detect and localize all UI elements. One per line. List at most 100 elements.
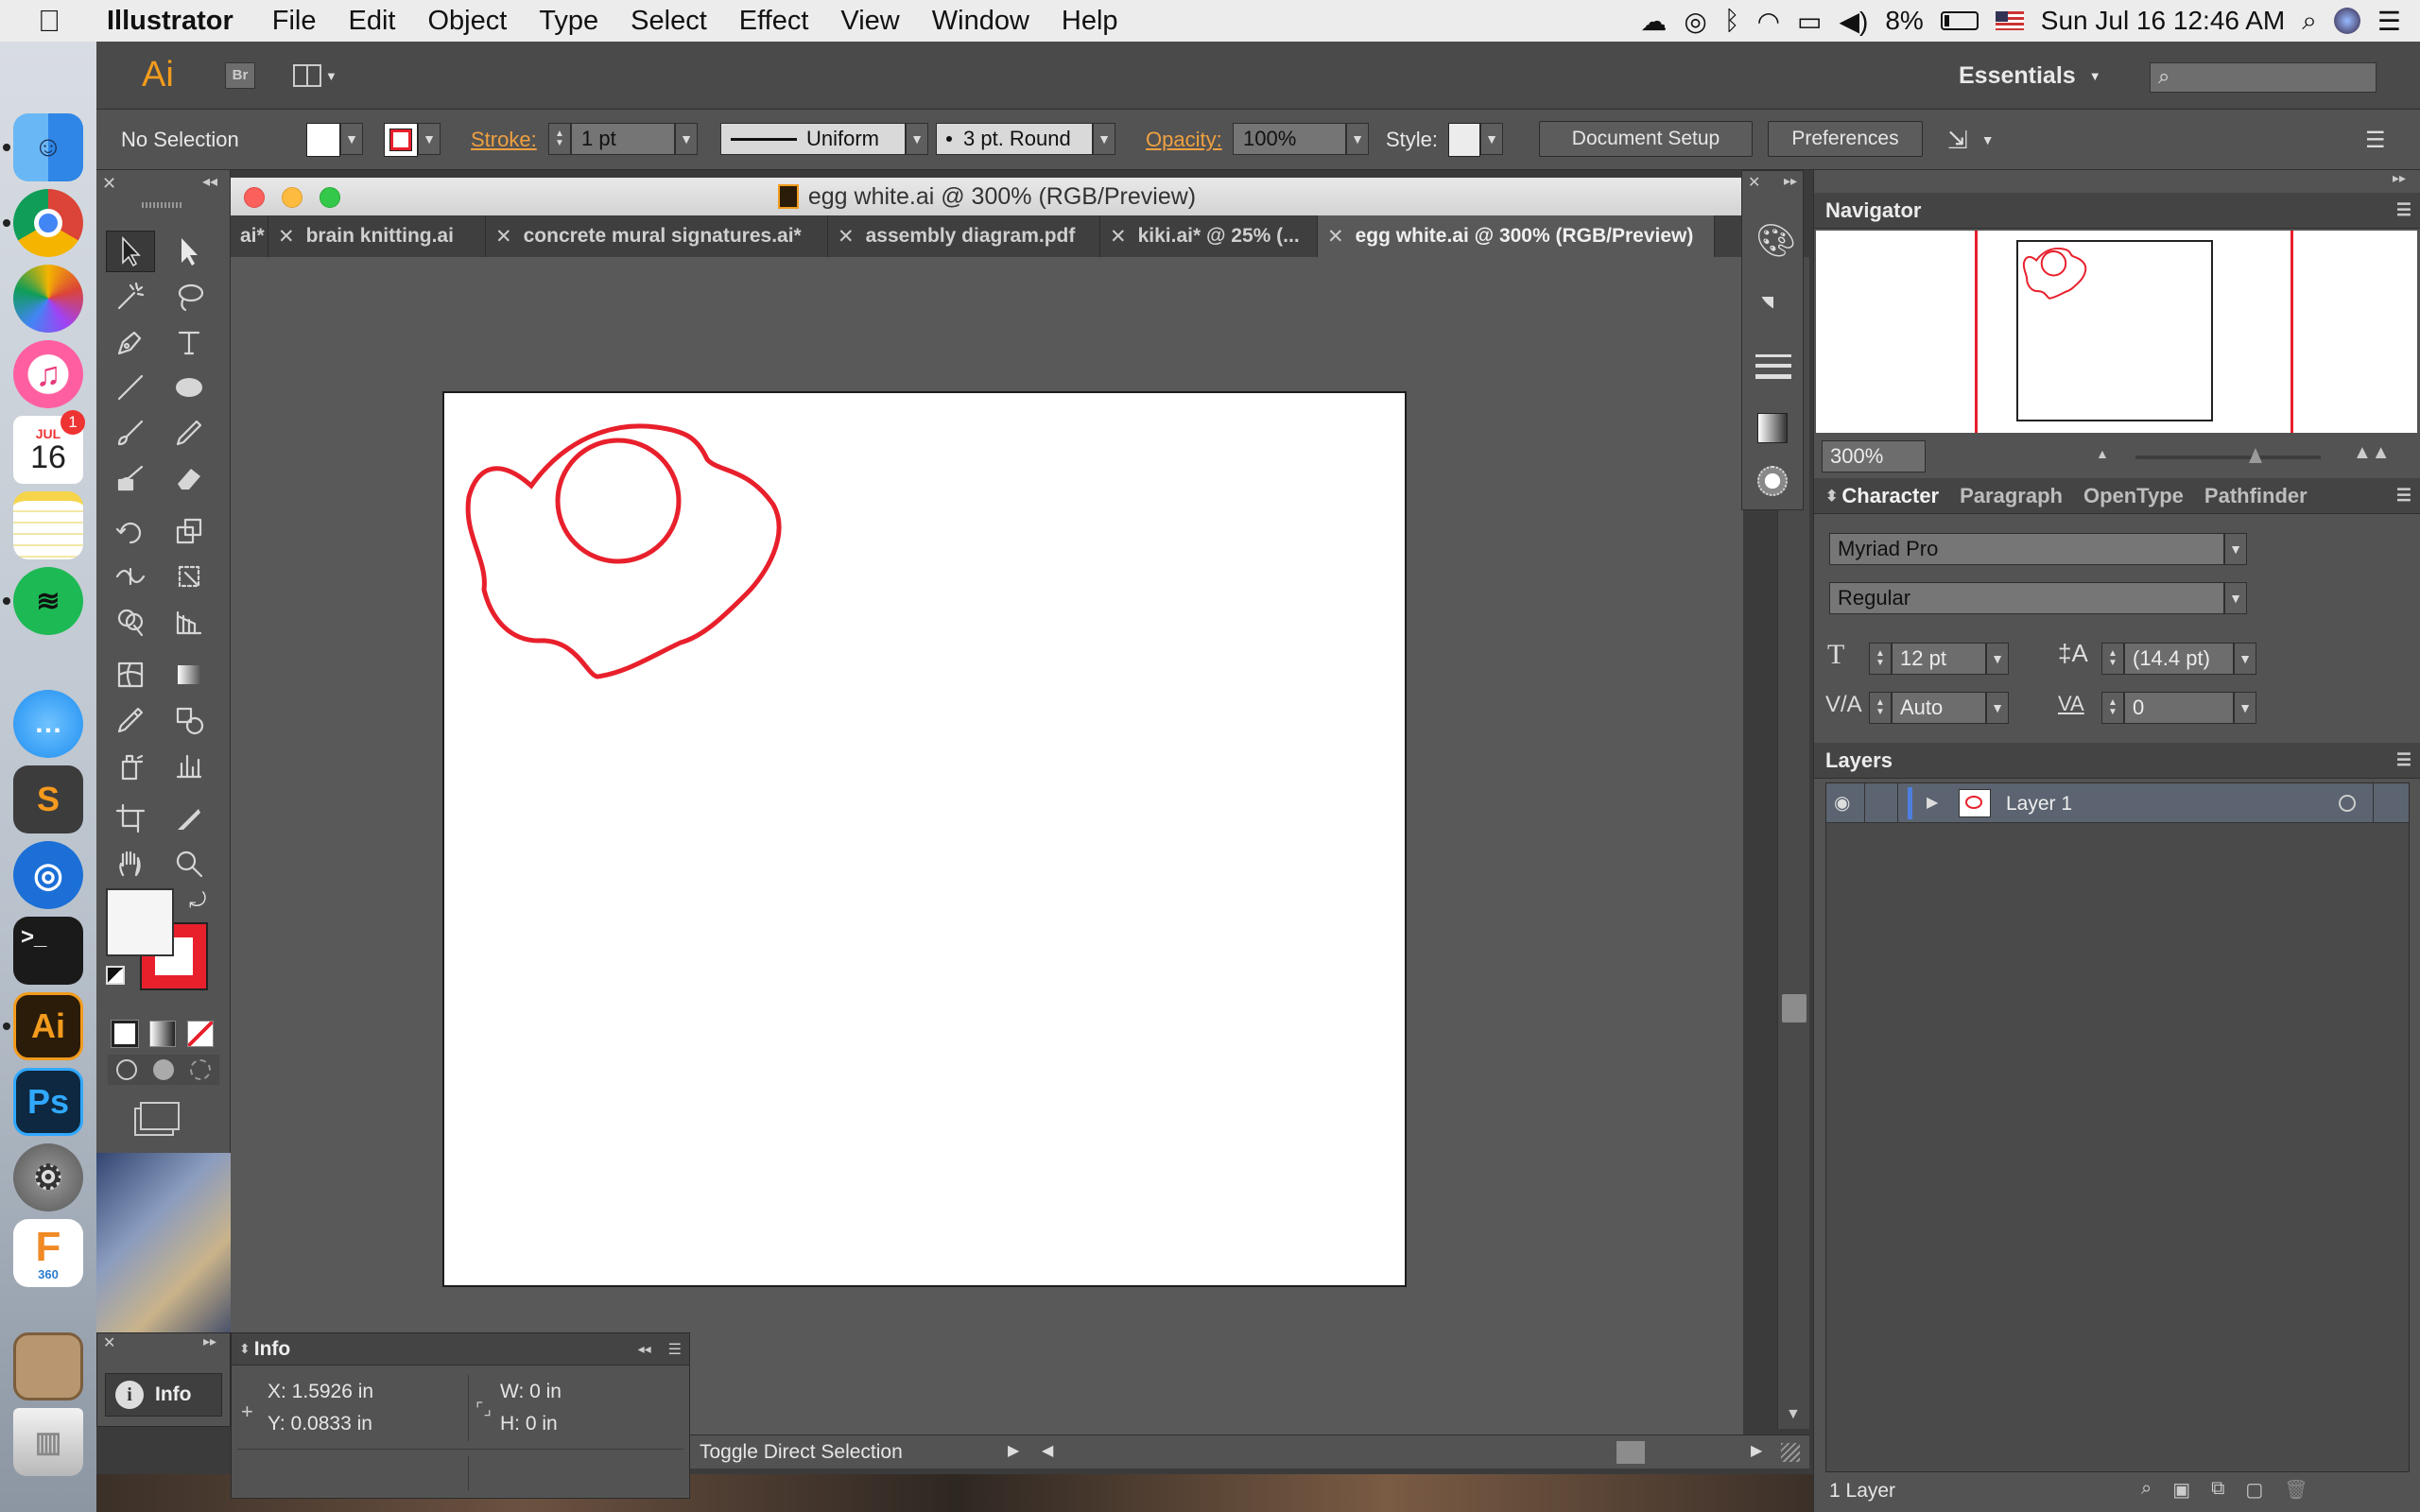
font-size-field[interactable]: 12 pt xyxy=(1892,643,1986,675)
tab-assembly-diagram[interactable]: ✕ assembly diagram.pdf xyxy=(828,215,1100,257)
menu-object[interactable]: Object xyxy=(411,6,523,37)
siri-icon[interactable] xyxy=(2333,8,2360,34)
mesh-tool[interactable] xyxy=(106,654,155,696)
leading-stepper[interactable]: ▲ ▼ xyxy=(2101,643,2124,675)
symbol-sprayer-tool[interactable] xyxy=(106,745,155,786)
hand-tool[interactable] xyxy=(106,843,155,885)
target-circle-icon[interactable] xyxy=(2339,795,2356,812)
panel-menu-icon[interactable]: ☰ xyxy=(2396,200,2411,220)
new-layer-icon[interactable]: ▢ xyxy=(2245,1478,2263,1502)
layer-row[interactable]: ◉ ▶ Layer 1 xyxy=(1826,783,2409,823)
lock-toggle[interactable] xyxy=(1864,783,1898,823)
messages-icon[interactable]: … xyxy=(13,690,83,758)
delete-layer-icon[interactable]: 🗑︎ xyxy=(2284,1478,2308,1502)
none-mode-button[interactable] xyxy=(187,1021,214,1047)
swap-fill-stroke-icon[interactable]: ⤾ xyxy=(189,888,206,913)
tab-pathfinder[interactable]: Pathfinder xyxy=(2204,484,2308,508)
font-size-stepper[interactable]: ▲ ▼ xyxy=(1869,643,1892,675)
lasso-tool[interactable] xyxy=(164,276,214,318)
draw-normal-icon[interactable] xyxy=(115,1059,137,1080)
close-window-button[interactable] xyxy=(244,187,265,208)
fill-swatch[interactable] xyxy=(306,123,340,157)
menu-file[interactable]: File xyxy=(256,6,333,37)
spotlight-search-icon[interactable]: ⌕ xyxy=(2302,6,2317,37)
navigator-zoom-field[interactable]: 300% xyxy=(1822,440,1926,472)
notes-icon[interactable] xyxy=(13,491,83,559)
tab-paragraph[interactable]: Paragraph xyxy=(1960,484,2063,508)
stroke-panel-icon[interactable] xyxy=(1755,354,1791,383)
direct-selection-tool[interactable] xyxy=(164,231,214,272)
gradient-panel-icon[interactable] xyxy=(1757,413,1788,443)
chrome-icon[interactable] xyxy=(13,189,83,257)
panel-menu-icon[interactable]: ☰ xyxy=(2396,486,2411,506)
collapse-panels-icon[interactable]: ▸▸ xyxy=(2393,170,2406,186)
horizontal-scroll-thumb[interactable] xyxy=(1616,1441,1645,1464)
eyedropper-tool[interactable] xyxy=(106,699,155,741)
new-sublayer-icon[interactable]: ⧉ xyxy=(2211,1478,2224,1502)
illustrator-dock-icon[interactable]: Ai xyxy=(13,992,83,1060)
creative-cloud-icon[interactable]: ☁ xyxy=(1640,6,1667,37)
book-icon[interactable] xyxy=(13,1332,83,1400)
tracking-stepper[interactable]: ▲ ▼ xyxy=(2101,692,2124,724)
tab-egg-white[interactable]: ✕ egg white.ai @ 300% (RGB/Preview) xyxy=(1318,215,1715,257)
type-tool[interactable] xyxy=(164,321,214,363)
close-tab-icon[interactable]: ✕ xyxy=(495,225,512,249)
collapse-panel-icon[interactable]: ◂◂ xyxy=(638,1341,651,1357)
profile-dropdown[interactable]: ▼ xyxy=(906,123,928,155)
menu-effect[interactable]: Effect xyxy=(723,6,825,37)
eraser-tool[interactable] xyxy=(164,457,214,499)
paintbrush-tool[interactable] xyxy=(106,412,155,454)
spotify-icon[interactable]: ≋ xyxy=(13,567,83,635)
stroke-dropdown[interactable]: ▼ xyxy=(418,123,441,155)
magic-wand-tool[interactable] xyxy=(106,276,155,318)
pen-tool[interactable] xyxy=(106,321,155,363)
scroll-down-arrow-icon[interactable]: ▼ xyxy=(1786,1406,1801,1423)
document-setup-button[interactable]: Document Setup xyxy=(1539,121,1753,157)
draw-behind-icon[interactable] xyxy=(152,1059,174,1080)
sync-icon[interactable]: ◎ xyxy=(1684,6,1706,37)
close-tab-icon[interactable]: ✕ xyxy=(1110,225,1127,249)
egg-yolk-path[interactable] xyxy=(555,438,682,564)
artboard[interactable] xyxy=(442,391,1407,1287)
collapse-arrows-icon[interactable]: ⬍ xyxy=(1825,487,1838,506)
default-fill-stroke-icon[interactable] xyxy=(106,966,125,985)
close-panel-icon[interactable]: ✕ xyxy=(103,1333,115,1352)
close-panel-icon[interactable]: ✕ xyxy=(102,174,116,194)
current-tool-status[interactable]: Toggle Direct Selection xyxy=(700,1441,903,1464)
zoom-in-icon[interactable]: ▲▲ xyxy=(2353,442,2391,464)
font-size-dropdown[interactable]: ▼ xyxy=(1986,643,2009,675)
tab-character[interactable]: Character xyxy=(1841,484,1939,508)
color-guide-icon[interactable]: 🎨︎ xyxy=(1755,222,1796,260)
visibility-eye-icon[interactable]: ◉ xyxy=(1834,791,1850,815)
close-tab-icon[interactable]: ✕ xyxy=(838,225,855,249)
menu-app-name[interactable]: Illustrator xyxy=(77,6,256,37)
tab-opentype[interactable]: OpenType xyxy=(2083,484,2184,508)
slice-tool[interactable] xyxy=(164,798,214,839)
free-transform-tool[interactable] xyxy=(164,556,214,597)
maximize-window-button[interactable] xyxy=(320,187,340,208)
stroke-swatch[interactable] xyxy=(384,123,418,157)
workspace-switcher[interactable]: Essentials ▼ xyxy=(1959,62,2101,90)
collapse-arrows-icon[interactable]: ⬍ xyxy=(239,1341,251,1357)
selection-tool[interactable] xyxy=(106,231,155,272)
kerning-dropdown[interactable]: ▼ xyxy=(1986,692,2009,724)
stroke-weight-dropdown[interactable]: ▼ xyxy=(675,123,698,155)
menu-edit[interactable]: Edit xyxy=(332,6,411,37)
itunes-icon[interactable]: ♫ xyxy=(13,340,83,408)
egg-drawing[interactable] xyxy=(444,393,1405,1285)
panel-menu-icon[interactable]: ☰ xyxy=(2365,123,2386,157)
expand-layer-icon[interactable]: ▶ xyxy=(1927,793,1938,812)
panel-menu-icon[interactable]: ☰ xyxy=(668,1340,682,1359)
photoshop-dock-icon[interactable]: Ps xyxy=(13,1068,83,1136)
scroll-left-arrow-icon[interactable]: ◀ xyxy=(1042,1441,1053,1460)
arrange-icon[interactable]: ⇲ ▼ xyxy=(1947,123,1995,157)
zoom-slider[interactable] xyxy=(2135,448,2321,463)
notification-center-icon[interactable]: ☰ xyxy=(2377,6,2401,37)
panel-menu-icon[interactable]: ☰ xyxy=(2396,750,2411,770)
stroke-label[interactable]: Stroke: xyxy=(471,123,537,157)
leading-dropdown[interactable]: ▼ xyxy=(2234,643,2256,675)
blend-tool[interactable] xyxy=(164,699,214,741)
bridge-button[interactable]: Br xyxy=(225,62,255,89)
kerning-stepper[interactable]: ▲ ▼ xyxy=(1869,692,1892,724)
ellipse-tool[interactable] xyxy=(164,367,214,408)
